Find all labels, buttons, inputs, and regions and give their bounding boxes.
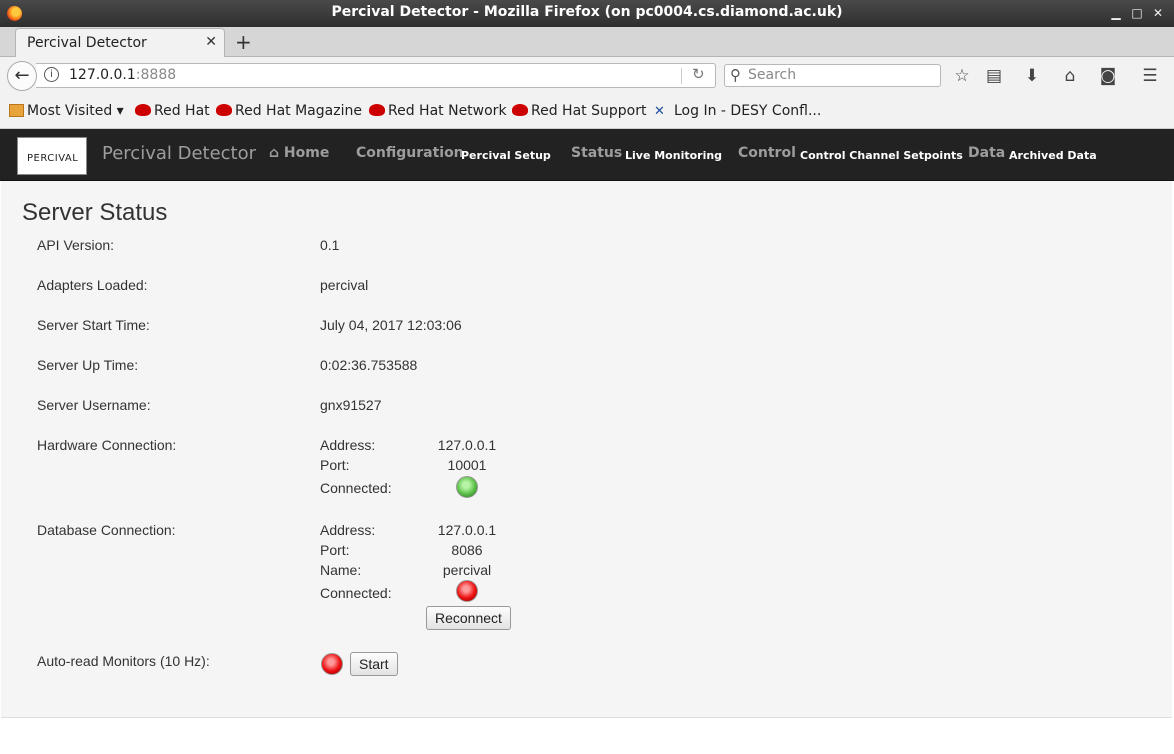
start-autoread-button[interactable]: Start <box>350 652 398 676</box>
maximize-button[interactable]: □ <box>1128 4 1146 22</box>
bookmark-red-hat-network[interactable]: Red Hat Network <box>369 103 507 119</box>
bookmark-label: Red Hat <box>154 103 210 119</box>
nav-data[interactable]: Data <box>968 145 1005 161</box>
hardware-port-label: Port: <box>320 457 350 473</box>
url-bar[interactable]: i 127.0.0.1:8888 ↻ <box>36 63 716 88</box>
nav-home[interactable]: ⌂ Home <box>269 145 329 161</box>
tab-percival-detector[interactable]: Percival Detector ✕ <box>15 28 225 58</box>
new-tab-button[interactable]: + <box>235 30 252 54</box>
url-host: 127.0.0.1 <box>69 67 136 83</box>
reading-list-icon[interactable]: ▤ <box>984 66 1004 86</box>
database-name-label: Name: <box>320 562 362 578</box>
start-time-value: July 04, 2017 12:03:06 <box>320 317 462 333</box>
autoread-led <box>321 653 343 675</box>
hardware-connected-label: Connected: <box>320 480 392 496</box>
bookmark-label: Log In - DESY Confl... <box>674 103 822 119</box>
nav-control[interactable]: Control <box>738 145 796 161</box>
hardware-address-value: 127.0.0.1 <box>437 437 497 453</box>
nav-control-sub[interactable]: Control Channel Setpoints <box>800 149 963 162</box>
bookmark-label: Red Hat Support <box>531 103 647 119</box>
bookmark-red-hat-support[interactable]: Red Hat Support <box>512 103 646 119</box>
redhat-icon <box>512 104 528 116</box>
hardware-address-label: Address: <box>320 437 376 453</box>
pocket-icon[interactable]: ◙ <box>1098 66 1118 86</box>
search-input[interactable]: ⚲ Search <box>724 64 941 87</box>
app-navbar: PERCIVAL Percival Detector ⌂ Home Config… <box>0 129 1174 181</box>
percival-logo[interactable]: PERCIVAL <box>17 137 87 175</box>
bookmark-desy[interactable]: ✕ Log In - DESY Confl... <box>654 103 821 119</box>
database-address-label: Address: <box>320 522 376 538</box>
nav-status-sub[interactable]: Live Monitoring <box>625 149 722 162</box>
url-text: 127.0.0.1:8888 <box>69 67 176 83</box>
database-connected-label: Connected: <box>320 585 392 601</box>
bookmark-red-hat-magazine[interactable]: Red Hat Magazine <box>216 103 362 119</box>
nav-home-label: Home <box>283 145 330 161</box>
tab-strip: Percival Detector ✕ + <box>0 27 1174 58</box>
search-placeholder: Search <box>748 67 797 83</box>
nav-status[interactable]: Status <box>571 145 622 161</box>
nav-bar: i 127.0.0.1:8888 ↻ ← ⚲ Search ☆ ▤ ⬇ ⌂ ◙ … <box>0 57 1174 95</box>
brand-title[interactable]: Percival Detector <box>102 143 256 164</box>
home-icon: ⌂ <box>269 145 280 161</box>
close-window-button[interactable]: ✕ <box>1149 4 1167 22</box>
adapters-label: Adapters Loaded: <box>37 277 148 293</box>
username-label: Server Username: <box>37 397 151 413</box>
window-titlebar: Percival Detector - Mozilla Firefox (on … <box>0 0 1174 27</box>
up-time-value: 0:02:36.753588 <box>320 357 418 373</box>
bookmark-label: Red Hat Magazine <box>235 103 362 119</box>
minimize-button[interactable]: ▁ <box>1107 4 1125 22</box>
menu-icon[interactable]: ☰ <box>1140 66 1160 86</box>
close-tab-icon[interactable]: ✕ <box>205 34 217 50</box>
reconnect-button[interactable]: Reconnect <box>426 606 511 630</box>
logo-text: PERCIVAL <box>27 153 79 164</box>
bookmarks-bar: Most Visited ▾ Red Hat Red Hat Magazine … <box>0 95 1174 129</box>
page-title: Server Status <box>22 199 168 226</box>
database-port-value: 8086 <box>451 542 483 558</box>
start-time-label: Server Start Time: <box>37 317 150 333</box>
desy-icon: ✕ <box>654 104 665 119</box>
bookmark-label: Most Visited ▾ <box>27 103 124 119</box>
home-icon[interactable]: ⌂ <box>1060 66 1080 86</box>
url-separator <box>681 68 682 84</box>
bookmark-label: Red Hat Network <box>388 103 507 119</box>
database-connected-led <box>456 580 478 602</box>
redhat-icon <box>216 104 232 116</box>
hardware-connection-label: Hardware Connection: <box>37 437 177 453</box>
api-version-label: API Version: <box>37 237 115 253</box>
up-time-label: Server Up Time: <box>37 357 139 373</box>
back-button[interactable]: ← <box>7 61 37 91</box>
api-version-value: 0.1 <box>320 237 340 253</box>
database-connection-label: Database Connection: <box>37 522 176 538</box>
hardware-port-value: 10001 <box>447 457 487 473</box>
info-icon[interactable]: i <box>44 67 59 82</box>
redhat-icon <box>369 104 385 116</box>
hardware-connected-led <box>456 476 478 498</box>
database-address-value: 127.0.0.1 <box>437 522 497 538</box>
autoread-label: Auto-read Monitors (10 Hz): <box>37 653 210 669</box>
username-value: gnx91527 <box>320 397 382 413</box>
star-icon[interactable]: ☆ <box>952 66 972 86</box>
bookmark-most-visited[interactable]: Most Visited ▾ <box>9 103 124 119</box>
nav-configuration[interactable]: Configuration <box>356 145 464 161</box>
search-icon: ⚲ <box>730 66 741 84</box>
reload-icon[interactable]: ↻ <box>692 65 705 83</box>
database-port-label: Port: <box>320 542 350 558</box>
database-name-value: percival <box>442 562 492 578</box>
adapters-value: percival <box>320 277 369 293</box>
url-port: :8888 <box>135 67 177 83</box>
folder-icon <box>9 104 24 117</box>
window-title: Percival Detector - Mozilla Firefox (on … <box>331 4 843 20</box>
download-icon[interactable]: ⬇ <box>1022 66 1042 86</box>
tab-label: Percival Detector <box>27 35 147 51</box>
redhat-icon <box>135 104 151 116</box>
bookmark-red-hat[interactable]: Red Hat <box>135 103 210 119</box>
server-status-panel: Server Status API Version: 0.1 Adapters … <box>1 181 1172 718</box>
nav-data-sub[interactable]: Archived Data <box>1009 149 1097 162</box>
nav-configuration-sub[interactable]: Percival Setup <box>461 149 551 162</box>
